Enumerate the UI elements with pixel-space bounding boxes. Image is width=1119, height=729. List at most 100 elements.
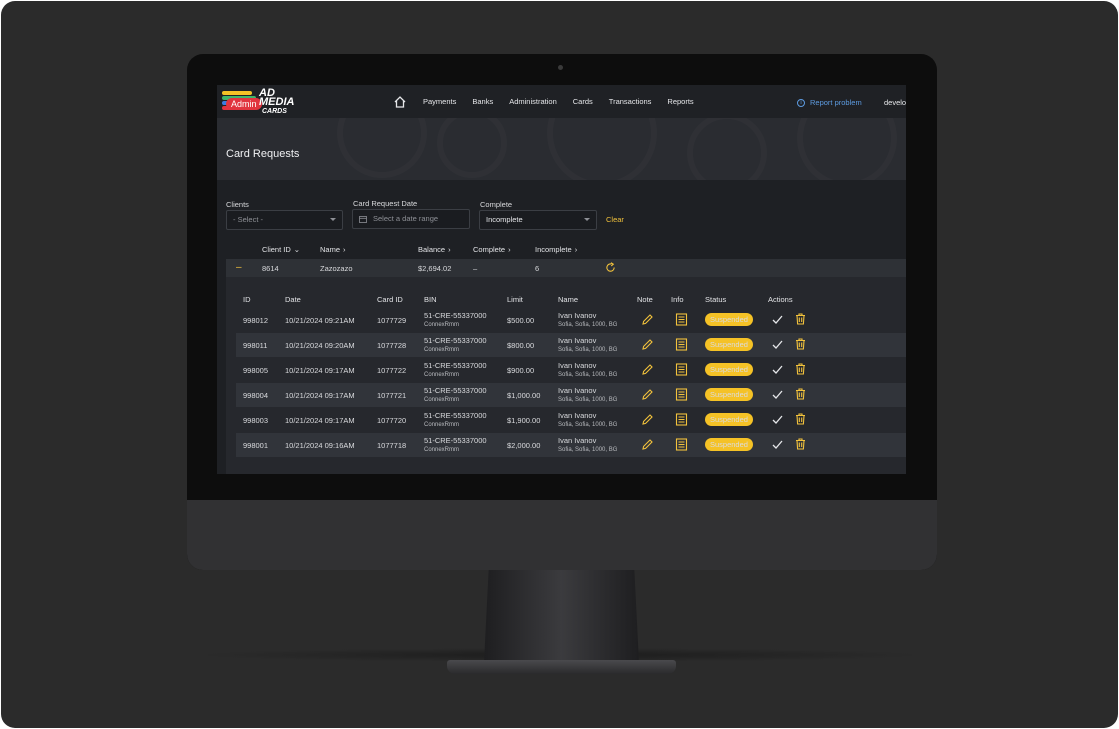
user-menu[interactable]: develo <box>884 98 906 107</box>
calendar-icon <box>359 216 367 223</box>
cell-name: Ivan Ivanov <box>558 436 597 445</box>
camera-dot <box>558 65 563 70</box>
pencil-icon[interactable] <box>641 338 654 351</box>
col-client-id[interactable]: Client ID ⌄ <box>262 245 300 254</box>
info-icon: i <box>797 98 805 107</box>
check-icon[interactable] <box>771 388 784 401</box>
col-balance-label: Balance <box>418 245 446 254</box>
check-icon[interactable] <box>771 438 784 451</box>
document-icon[interactable] <box>675 313 688 326</box>
th-status[interactable]: Status <box>705 295 726 304</box>
check-icon[interactable] <box>771 413 784 426</box>
app-logo[interactable]: Admin AD MEDIA CARDS <box>222 88 302 116</box>
report-problem-label: Report problem <box>810 98 862 107</box>
cell-id: 998003 <box>243 416 269 425</box>
cell-bin-sub: ConnexRmm <box>424 322 460 328</box>
th-name[interactable]: Name <box>558 295 578 304</box>
col-incomplete[interactable]: Incomplete › <box>535 245 577 254</box>
logo-wordmark: AD MEDIA <box>259 88 294 108</box>
th-limit[interactable]: Limit <box>507 295 523 304</box>
cell-date: 10/21/2024 09:20AM <box>285 341 355 350</box>
trash-icon[interactable] <box>794 387 807 400</box>
cell-date: 10/21/2024 09:16AM <box>285 441 355 450</box>
main-nav: Payments Banks Administration Cards Tran… <box>393 85 710 118</box>
status-badge: Suspended <box>705 388 753 401</box>
trash-icon[interactable] <box>794 437 807 450</box>
document-icon[interactable] <box>675 363 688 376</box>
date-range-input[interactable]: Select a date range <box>352 209 470 229</box>
status-badge: Suspended <box>705 313 753 326</box>
table-row[interactable]: 998003 10/21/2024 09:17AM 1077720 51-CRE-55… <box>236 408 906 432</box>
chevron-right-icon: › <box>448 245 451 254</box>
date-range-placeholder: Select a date range <box>373 214 439 223</box>
pencil-icon[interactable] <box>641 363 654 376</box>
document-icon[interactable] <box>675 438 688 451</box>
nav-transactions[interactable]: Transactions <box>609 97 652 106</box>
app-screen: Admin AD MEDIA CARDS Payments Banks Admi… <box>217 85 906 474</box>
table-row[interactable]: 998005 10/21/2024 09:17AM 1077722 51-CRE-55… <box>236 358 906 382</box>
cell-bin: 51-CRE-55337000 <box>424 336 487 345</box>
table-row[interactable]: 998012 10/21/2024 09:21AM 1077729 51-CRE-55… <box>236 308 906 332</box>
cell-limit: $1,900.00 <box>507 416 541 425</box>
cell-card-id: 1077722 <box>377 366 407 375</box>
report-problem-link[interactable]: i Report problem <box>797 98 862 107</box>
summary-client-id: 8614 <box>262 264 279 273</box>
th-date[interactable]: Date <box>285 295 301 304</box>
nav-payments[interactable]: Payments <box>423 97 456 106</box>
cell-name: Ivan Ivanov <box>558 386 597 395</box>
chevron-right-icon: › <box>574 245 578 254</box>
pencil-icon[interactable] <box>641 313 654 326</box>
trash-icon[interactable] <box>794 312 807 325</box>
nav-reports[interactable]: Reports <box>667 97 693 106</box>
col-name[interactable]: Name › <box>320 245 346 254</box>
check-icon[interactable] <box>771 313 784 326</box>
pencil-icon[interactable] <box>641 388 654 401</box>
cell-bin: 51-CRE-55337000 <box>424 386 487 395</box>
th-bin[interactable]: BIN <box>424 295 437 304</box>
collapse-icon[interactable]: – <box>236 262 242 273</box>
col-complete[interactable]: Complete › <box>473 245 511 254</box>
cell-address: Sofia, Sofia, 1000, BG <box>558 372 618 378</box>
refresh-icon[interactable] <box>605 262 616 273</box>
nav-cards[interactable]: Cards <box>573 97 593 106</box>
cell-card-id: 1077720 <box>377 416 407 425</box>
cell-bin-sub: ConnexRmm <box>424 397 460 403</box>
status-badge: Suspended <box>705 363 753 376</box>
th-id[interactable]: ID <box>243 295 251 304</box>
clients-select[interactable]: - Select - <box>226 210 343 230</box>
cell-address: Sofia, Sofia, 1000, BG <box>558 422 618 428</box>
cell-limit: $1,000.00 <box>507 391 541 400</box>
document-icon[interactable] <box>675 338 688 351</box>
page-header: Card Requests <box>217 118 906 180</box>
trash-icon[interactable] <box>794 412 807 425</box>
cell-id: 998005 <box>243 366 269 375</box>
cell-name: Ivan Ivanov <box>558 361 597 370</box>
cell-bin-sub: ConnexRmm <box>424 372 460 378</box>
trash-icon[interactable] <box>794 362 807 375</box>
pencil-icon[interactable] <box>641 438 654 451</box>
home-icon[interactable] <box>393 95 407 109</box>
logo-line-3: CARDS <box>262 108 287 115</box>
complete-label: Complete <box>480 200 513 209</box>
cell-address: Sofia, Sofia, 1000, BG <box>558 447 618 453</box>
clear-filters-button[interactable]: Clear <box>606 215 624 224</box>
pencil-icon[interactable] <box>641 413 654 426</box>
th-info: Info <box>671 295 684 304</box>
col-balance[interactable]: Balance › <box>418 245 451 254</box>
trash-icon[interactable] <box>794 337 807 350</box>
nav-administration[interactable]: Administration <box>509 97 557 106</box>
complete-select[interactable]: Incomplete <box>479 210 597 230</box>
table-row[interactable]: 998001 10/21/2024 09:16AM 1077718 51-CRE-55… <box>236 433 906 457</box>
document-icon[interactable] <box>675 388 688 401</box>
cell-date: 10/21/2024 09:17AM <box>285 366 355 375</box>
summary-incomplete: 6 <box>535 264 540 273</box>
document-icon[interactable] <box>675 413 688 426</box>
th-card-id[interactable]: Card ID <box>377 295 403 304</box>
table-row[interactable]: 998004 10/21/2024 09:17AM 1077721 51-CRE-55… <box>236 383 906 407</box>
check-icon[interactable] <box>771 338 784 351</box>
client-summary-row[interactable]: – 8614 Zazozazo $2,694.02 – 6 <box>226 259 906 277</box>
table-row[interactable]: 998011 10/21/2024 09:20AM 1077728 51-CRE-55… <box>236 333 906 357</box>
cell-bin: 51-CRE-55337000 <box>424 436 487 445</box>
check-icon[interactable] <box>771 363 784 376</box>
nav-banks[interactable]: Banks <box>472 97 493 106</box>
